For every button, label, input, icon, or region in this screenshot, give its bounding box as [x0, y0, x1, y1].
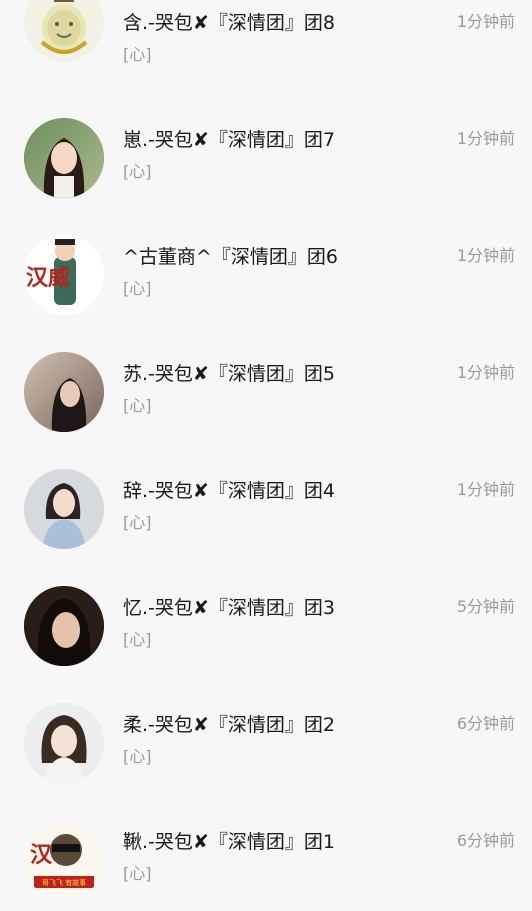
avatar[interactable] — [24, 703, 104, 783]
conversation-name: ^古董商^『深情团』团6 — [123, 246, 338, 268]
conversation-name: 含.-哭包✘『深情团』团8 — [123, 12, 335, 34]
message-preview: [心] — [123, 630, 152, 649]
message-time: 6分钟前 — [456, 831, 515, 850]
conversation-row[interactable]: 崽.-哭包✘『深情团』团7 [心] 1分钟前 — [0, 117, 532, 234]
message-preview: [心] — [123, 747, 152, 766]
message-preview: [心] — [123, 513, 152, 532]
conversation-row[interactable]: 汉 哥飞飞 有故事 鞦.-哭包✘『深情团』团1 [心] 6分钟前 — [0, 819, 532, 911]
svg-text:汉威: 汉威 — [26, 265, 70, 291]
message-time: 1分钟前 — [456, 129, 515, 148]
message-time: 1分钟前 — [456, 363, 515, 382]
conversation-name: 柔.-哭包✘『深情团』团2 — [123, 714, 335, 736]
message-time: 1分钟前 — [456, 246, 515, 265]
avatar[interactable]: 汉 哥飞飞 有故事 — [24, 820, 104, 900]
avatar[interactable] — [24, 0, 104, 62]
conversation-list: 含.-哭包✘『深情团』团8 [心] 1分钟前 崽.-哭包✘『深情团』团7 [心]… — [0, 0, 532, 911]
conversation-row[interactable]: 汉威 ^古董商^『深情团』团6 [心] 1分钟前 — [0, 234, 532, 351]
message-preview: [心] — [123, 162, 152, 181]
avatar[interactable] — [24, 586, 104, 666]
message-time: 1分钟前 — [456, 480, 515, 499]
conversation-row[interactable]: 苏.-哭包✘『深情团』团5 [心] 1分钟前 — [0, 351, 532, 468]
conversation-name: 辞.-哭包✘『深情团』团4 — [123, 480, 335, 502]
conversation-name: 鞦.-哭包✘『深情团』团1 — [123, 831, 335, 853]
message-preview: [心] — [123, 279, 152, 298]
svg-text:哥飞飞 有故事: 哥飞飞 有故事 — [42, 878, 86, 887]
message-time: 6分钟前 — [456, 714, 515, 733]
avatar[interactable]: 汉威 — [24, 235, 104, 315]
avatar[interactable] — [24, 352, 104, 432]
message-preview: [心] — [123, 864, 152, 883]
conversation-name: 崽.-哭包✘『深情团』团7 — [123, 129, 335, 151]
conversation-name: 忆.-哭包✘『深情团』团3 — [123, 597, 335, 619]
avatar[interactable] — [24, 118, 104, 198]
message-time: 1分钟前 — [456, 12, 515, 31]
conversation-row[interactable]: 辞.-哭包✘『深情团』团4 [心] 1分钟前 — [0, 468, 532, 585]
avatar[interactable] — [24, 469, 104, 549]
conversation-name: 苏.-哭包✘『深情团』团5 — [123, 363, 335, 385]
conversation-row[interactable]: 含.-哭包✘『深情团』团8 [心] 1分钟前 — [0, 0, 532, 117]
svg-text:汉: 汉 — [30, 842, 53, 868]
message-preview: [心] — [123, 45, 152, 64]
conversation-row[interactable]: 忆.-哭包✘『深情团』团3 [心] 5分钟前 — [0, 585, 532, 702]
message-time: 5分钟前 — [456, 597, 515, 616]
conversation-row[interactable]: 柔.-哭包✘『深情团』团2 [心] 6分钟前 — [0, 702, 532, 819]
message-preview: [心] — [123, 396, 152, 415]
